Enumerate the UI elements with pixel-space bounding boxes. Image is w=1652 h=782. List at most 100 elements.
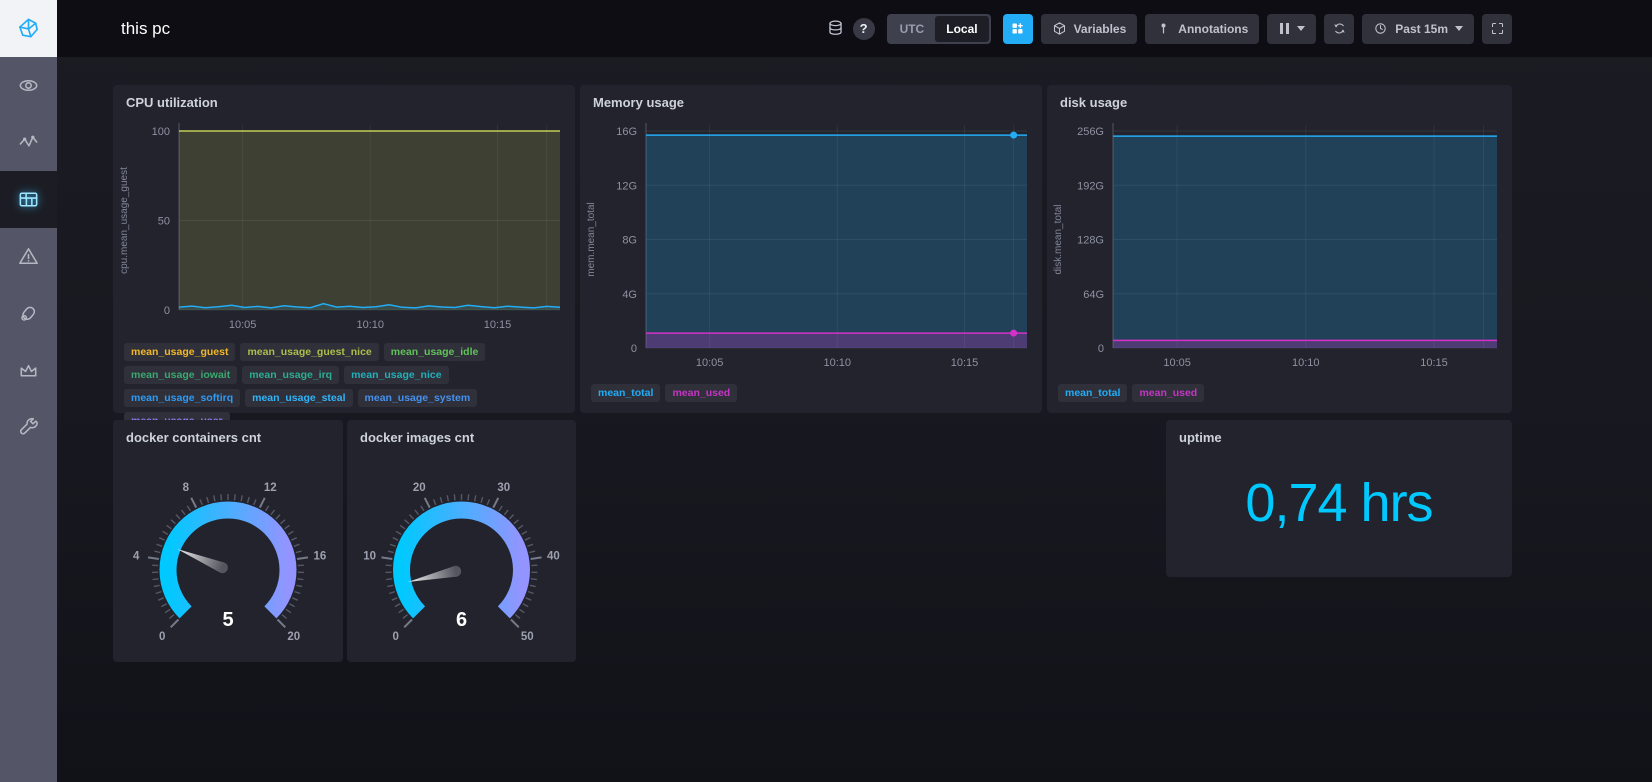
svg-text:10:10: 10:10 [1292, 357, 1320, 369]
sidebar-item-alerts[interactable] [0, 228, 57, 285]
svg-text:0: 0 [631, 343, 637, 355]
legend-item[interactable]: mean_usage_system [357, 389, 478, 407]
legend-item[interactable]: mean_usage_steal [245, 389, 353, 407]
fullscreen-icon [1491, 22, 1503, 35]
panel-docker-images-cnt: docker images cnt 0 10 20 30 40 50 6 [347, 420, 576, 662]
panel-cpu-utilization: CPU utilization 10:05 10:10 10:15 100 50 0 cpu… [113, 85, 575, 430]
legend-item[interactable]: mean_usage_irq [242, 366, 340, 384]
uptime-single-stat: 0,74 hrs [1166, 472, 1512, 534]
crown-icon [20, 364, 37, 377]
svg-text:10:05: 10:05 [229, 319, 257, 331]
panel-title[interactable]: docker images cnt [347, 420, 576, 445]
timezone-toggle: UTC Local [886, 13, 991, 44]
panel-docker-containers-cnt: docker containers cnt 0 4 8 12 16 20 5 [113, 420, 343, 662]
disk-line-chart[interactable]: 10:05 10:10 10:15 256G 192G 128G 64G 0 disk.mean… [1047, 121, 1512, 373]
cpu-line-chart[interactable]: 10:05 10:10 10:15 100 50 0 cpu.mean_usage_gues… [113, 121, 575, 333]
database-icon [828, 20, 842, 35]
page-title: this pc [121, 18, 171, 38]
svg-text:mem.mean_total: mem.mean_total [586, 202, 597, 276]
svg-text:10:15: 10:15 [951, 357, 979, 369]
panel-memory-usage: Memory usage 10:05 10:10 10:15 16G 12G 8G 4G 0 m… [580, 85, 1042, 413]
legend-item[interactable]: mean_usage_guest_nice [240, 343, 379, 361]
svg-text:20: 20 [287, 631, 300, 643]
clock-icon [1375, 23, 1387, 34]
panel-title[interactable]: disk usage [1047, 85, 1512, 110]
svg-text:192G: 192G [1077, 180, 1104, 192]
memory-line-chart[interactable]: 10:05 10:10 10:15 16G 12G 8G 4G 0 mem.mean_total [580, 121, 1042, 373]
help-button[interactable]: ? [852, 17, 875, 40]
legend-item[interactable]: mean_total [591, 384, 661, 402]
svg-text:0: 0 [1098, 343, 1104, 355]
svg-text:5: 5 [222, 609, 233, 631]
svg-text:50: 50 [521, 631, 534, 643]
legend-item[interactable]: mean_usage_softirq [124, 389, 241, 407]
timezone-utc-option[interactable]: UTC [889, 16, 936, 42]
dashboards-grid-icon [19, 192, 38, 207]
timezone-local-option[interactable]: Local [935, 15, 989, 42]
chevron-down-icon [1455, 26, 1463, 31]
sidebar-item-kapacitor[interactable] [0, 285, 57, 342]
annotations-label: Annotations [1178, 21, 1249, 36]
svg-text:10:10: 10:10 [356, 319, 384, 331]
header-controls: ? UTC Local Variables Annotations Past 1… [826, 13, 1512, 44]
svg-text:128G: 128G [1077, 235, 1104, 247]
sidebar-item-admin[interactable] [0, 342, 57, 399]
legend-item[interactable]: mean_usage_nice [344, 366, 449, 384]
legend-item[interactable]: mean_usage_idle [383, 343, 486, 361]
legend-item[interactable]: mean_used [1132, 384, 1205, 402]
svg-text:10:10: 10:10 [823, 357, 851, 369]
cube-icon [1053, 22, 1065, 35]
svg-text:10:05: 10:05 [696, 357, 724, 369]
svg-text:0: 0 [393, 631, 399, 643]
legend-item[interactable]: mean_total [1058, 384, 1128, 402]
annotations-button[interactable]: Annotations [1145, 13, 1260, 44]
add-cell-button[interactable] [1002, 13, 1033, 44]
sidebar [0, 0, 57, 782]
svg-text:0: 0 [159, 631, 165, 643]
svg-text:0: 0 [164, 305, 170, 317]
panel-disk-usage: disk usage 10:05 10:10 10:15 256G 192G 128G 64… [1047, 85, 1512, 413]
chronograf-logo[interactable] [0, 0, 57, 57]
question-mark-icon: ? [859, 21, 868, 36]
time-range-label: Past 15m [1395, 21, 1448, 36]
svg-text:disk.mean_total: disk.mean_total [1053, 204, 1064, 274]
svg-text:40: 40 [547, 550, 560, 562]
panel-title[interactable]: Memory usage [580, 85, 1042, 110]
eye-icon [19, 79, 38, 92]
chronograf-dashboard: this pc ? UTC Local Variables Annotation… [0, 0, 1652, 782]
autorefresh-pause-dropdown[interactable] [1267, 13, 1317, 44]
legend-item[interactable]: mean_usage_guest [124, 343, 236, 361]
top-bar: this pc ? UTC Local Variables Annotation… [57, 0, 1652, 57]
sidebar-item-host-list[interactable] [0, 57, 57, 114]
svg-text:10:05: 10:05 [1163, 357, 1191, 369]
svg-text:20: 20 [413, 482, 426, 494]
svg-text:cpu.mean_usage_guest: cpu.mean_usage_guest [119, 167, 130, 274]
sidebar-item-dashboards[interactable] [0, 171, 57, 228]
add-cell-grid-icon [1012, 23, 1023, 34]
time-range-dropdown[interactable]: Past 15m [1362, 13, 1474, 44]
kapacitor-icon [21, 306, 36, 321]
sources-button[interactable] [826, 19, 845, 38]
sidebar-item-configuration[interactable] [0, 399, 57, 456]
svg-text:10:15: 10:15 [1420, 357, 1448, 369]
presentation-mode-button[interactable] [1482, 13, 1512, 44]
svg-text:10: 10 [363, 550, 376, 562]
legend-item[interactable]: mean_usage_iowait [124, 366, 238, 384]
panel-title[interactable]: uptime [1166, 420, 1512, 445]
refresh-button[interactable] [1324, 13, 1355, 44]
docker-containers-gauge[interactable]: 0 4 8 12 16 20 5 [113, 448, 343, 658]
disk-legend: mean_total mean_used [1058, 384, 1501, 402]
svg-text:4G: 4G [622, 289, 637, 301]
svg-text:12: 12 [264, 482, 277, 494]
variables-button[interactable]: Variables [1040, 13, 1138, 44]
svg-text:4: 4 [133, 550, 140, 562]
panel-title[interactable]: CPU utilization [113, 85, 575, 110]
panel-title[interactable]: docker containers cnt [113, 420, 343, 445]
docker-images-gauge[interactable]: 0 10 20 30 40 50 6 [347, 448, 576, 658]
legend-item[interactable]: mean_used [665, 384, 738, 402]
svg-text:64G: 64G [1083, 289, 1104, 301]
pulse-graph-icon [19, 135, 38, 147]
svg-text:16G: 16G [616, 126, 637, 138]
sidebar-item-data-explorer[interactable] [0, 114, 57, 171]
chevron-down-icon [1297, 26, 1306, 31]
